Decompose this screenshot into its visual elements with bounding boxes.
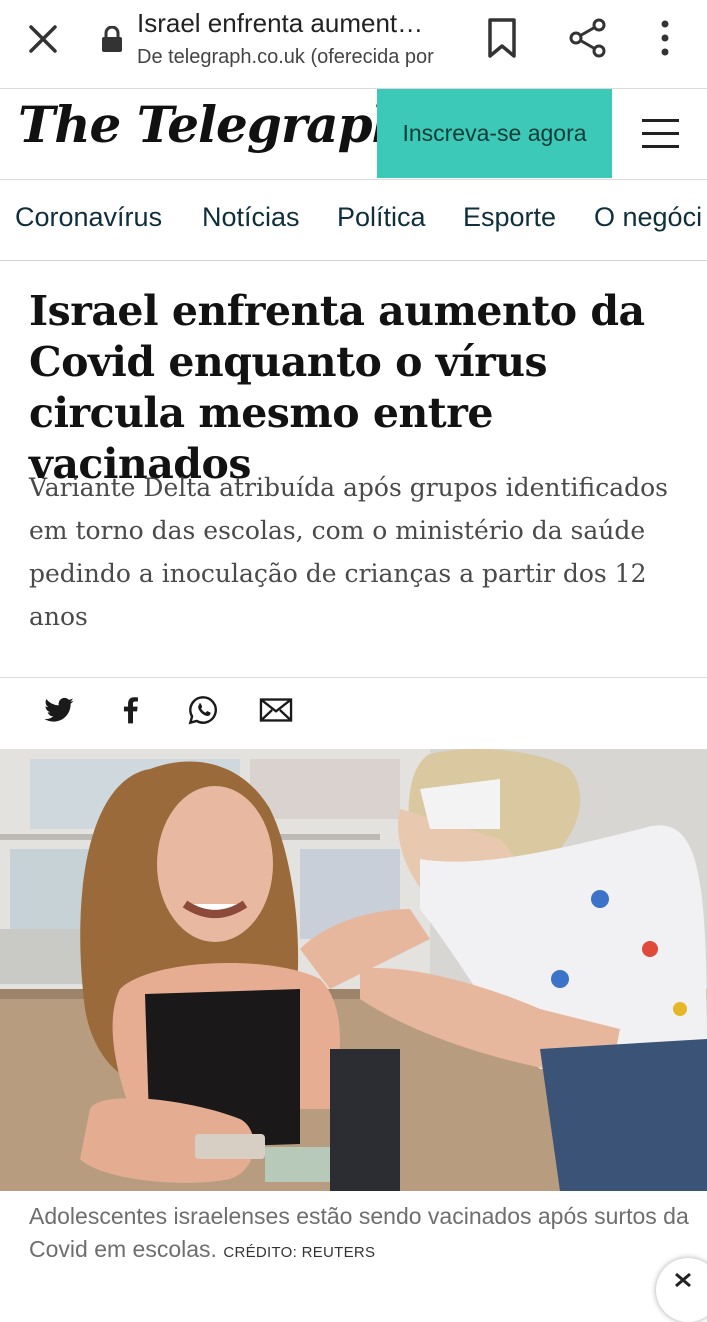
nav-item-coronavirus[interactable]: Coronavírus: [15, 202, 162, 233]
dismiss-button[interactable]: [656, 1258, 707, 1322]
close-icon[interactable]: [22, 18, 64, 60]
nav-item-negocios[interactable]: O negóci: [594, 202, 702, 233]
subscribe-button[interactable]: Inscreva-se agora: [377, 89, 612, 178]
lock-icon: [102, 26, 122, 52]
page-title: Israel enfrenta aument…: [137, 8, 424, 38]
image-caption: Adolescentes israelenses estão sendo vac…: [29, 1200, 689, 1269]
image-credit: CRÉDITO: REUTERS: [223, 1244, 376, 1261]
section-nav: Coronavírus Notícias Política Esporte O …: [0, 180, 707, 261]
share-bar: [0, 677, 707, 748]
nav-item-esporte[interactable]: Esporte: [463, 202, 556, 233]
browser-toolbar: Israel enfrenta aument… De telegraph.co.…: [0, 0, 707, 89]
bookmark-icon[interactable]: [482, 16, 522, 60]
whatsapp-icon[interactable]: [187, 694, 219, 726]
article-hero-image: [0, 749, 707, 1191]
facebook-icon[interactable]: [115, 694, 147, 726]
twitter-icon[interactable]: [43, 694, 75, 726]
share-icon[interactable]: [566, 16, 610, 60]
close-icon: [675, 1272, 691, 1288]
article-standfirst: Variante Delta atribuída após grupos ide…: [29, 473, 669, 631]
nav-item-politica[interactable]: Política: [337, 202, 426, 233]
page-origin: De telegraph.co.uk (oferecida por: [137, 46, 434, 68]
more-options-icon[interactable]: [650, 16, 680, 60]
telegraph-logo[interactable]: The Telegraph: [18, 95, 408, 154]
nav-item-noticias[interactable]: Notícias: [202, 202, 300, 233]
article-headline: Israel enfrenta aumento da Covid enquant…: [29, 287, 645, 488]
hamburger-menu-icon[interactable]: [642, 119, 680, 149]
site-header: The Telegraph Inscreva-se agora: [0, 89, 707, 180]
email-icon[interactable]: [259, 694, 293, 726]
